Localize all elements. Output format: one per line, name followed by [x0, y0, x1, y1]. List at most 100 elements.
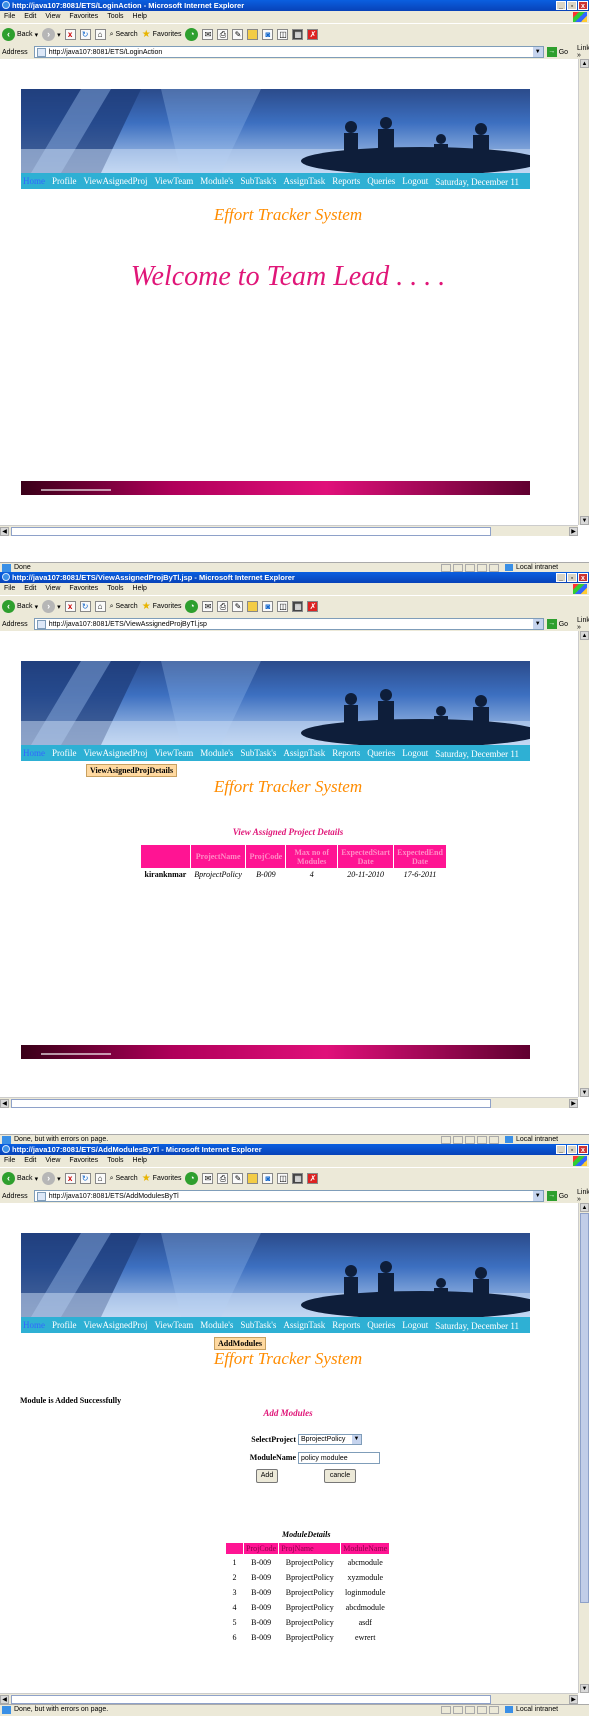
menu-file[interactable]: File: [4, 1155, 15, 1167]
nav-modules[interactable]: Module's: [200, 748, 233, 758]
submenu-viewasignedprojdetails[interactable]: ViewAsignedProjDetails: [86, 764, 178, 777]
nav-viewteam[interactable]: ViewTeam: [154, 176, 193, 186]
minimize-button[interactable]: _: [556, 573, 566, 582]
refresh-icon[interactable]: ↻: [79, 601, 91, 612]
menu-view[interactable]: View: [45, 11, 60, 23]
menu-favorites[interactable]: Favorites: [69, 583, 98, 595]
vertical-scrollbar[interactable]: ▲ ▼: [578, 1203, 589, 1693]
menu-favorites[interactable]: Favorites: [69, 1155, 98, 1167]
search-button[interactable]: ⌕ Search: [110, 603, 138, 611]
folder-icon[interactable]: [247, 1173, 259, 1184]
scroll-up-icon[interactable]: ▲: [580, 59, 589, 68]
close-button[interactable]: x: [578, 573, 588, 582]
scroll-down-icon[interactable]: ▼: [580, 516, 589, 525]
nav-viewteam[interactable]: ViewTeam: [154, 1320, 193, 1330]
home-icon[interactable]: ⌂: [94, 1173, 106, 1184]
vertical-scrollbar[interactable]: ▲ ▼: [578, 631, 589, 1097]
chevron-down-icon[interactable]: ▼: [532, 1191, 543, 1201]
address-input[interactable]: http://java107:8081/ETS/LoginAction ▼: [33, 46, 544, 58]
nav-modules[interactable]: Module's: [200, 176, 233, 186]
maximize-button[interactable]: ▫: [567, 1, 577, 10]
nav-viewasignedproj[interactable]: ViewAsignedProj: [84, 176, 148, 186]
horizontal-scrollbar[interactable]: ◀ ▶: [0, 525, 578, 536]
go-button[interactable]: → Go: [546, 47, 568, 57]
menu-file[interactable]: File: [4, 583, 15, 595]
links-button[interactable]: Links »: [577, 617, 589, 631]
nav-profile[interactable]: Profile: [52, 176, 77, 186]
back-button[interactable]: ‹ Back ▾: [2, 28, 38, 41]
maximize-button[interactable]: ▫: [567, 573, 577, 582]
tool-icon[interactable]: ✗: [307, 601, 319, 612]
nav-viewteam[interactable]: ViewTeam: [154, 748, 193, 758]
forward-button[interactable]: › ▾: [42, 28, 61, 41]
search-button[interactable]: ⌕ Search: [110, 1175, 138, 1183]
submenu-addmodules[interactable]: AddModules: [214, 1337, 267, 1350]
edit-icon[interactable]: ✎: [232, 601, 244, 612]
nav-reports[interactable]: Reports: [332, 176, 360, 186]
folder-icon[interactable]: [247, 601, 259, 612]
edit-icon[interactable]: ✎: [232, 29, 244, 40]
stop-icon[interactable]: x: [64, 1173, 76, 1184]
back-button[interactable]: ‹ Back ▾: [2, 600, 38, 613]
vertical-scrollbar[interactable]: ▲ ▼: [578, 59, 589, 525]
history-icon[interactable]: ◔: [185, 1172, 199, 1185]
chevron-down-icon[interactable]: ▼: [532, 619, 543, 629]
address-input[interactable]: http://java107:8081/ETS/AddModulesByTl ▼: [33, 1190, 544, 1202]
scroll-right-icon[interactable]: ▶: [569, 1099, 578, 1108]
address-input[interactable]: http://java107:8081/ETS/ViewAssignedProj…: [33, 618, 544, 630]
nav-home[interactable]: Home: [23, 748, 45, 758]
close-button[interactable]: x: [578, 1, 588, 10]
favorites-button[interactable]: ★ Favorites: [142, 29, 182, 40]
research-icon[interactable]: ◫: [277, 1173, 289, 1184]
messenger-icon[interactable]: ◙: [262, 29, 274, 40]
scroll-left-icon[interactable]: ◀: [0, 1695, 9, 1704]
history-icon[interactable]: ◔: [185, 600, 199, 613]
menu-file[interactable]: File: [4, 11, 15, 23]
nav-queries[interactable]: Queries: [367, 1320, 395, 1330]
cancel-button[interactable]: cancle: [324, 1469, 356, 1483]
menu-favorites[interactable]: Favorites: [69, 11, 98, 23]
refresh-icon[interactable]: ↻: [79, 29, 91, 40]
menu-help[interactable]: Help: [133, 583, 147, 595]
messenger-icon[interactable]: ◙: [262, 601, 274, 612]
menu-help[interactable]: Help: [133, 1155, 147, 1167]
back-button[interactable]: ‹ Back ▾: [2, 1172, 38, 1185]
nav-home[interactable]: Home: [23, 176, 45, 186]
research-icon[interactable]: ◫: [277, 29, 289, 40]
mail-icon[interactable]: ✉: [202, 29, 214, 40]
nav-profile[interactable]: Profile: [52, 1320, 77, 1330]
folder-icon[interactable]: [247, 29, 259, 40]
scroll-up-icon[interactable]: ▲: [580, 631, 589, 640]
nav-assigntask[interactable]: AssignTask: [283, 1320, 325, 1330]
scroll-down-icon[interactable]: ▼: [580, 1684, 589, 1693]
favorites-button[interactable]: ★ Favorites: [142, 1173, 182, 1184]
links-button[interactable]: Links »: [577, 1189, 589, 1203]
nav-logout[interactable]: Logout: [402, 748, 428, 758]
print-icon[interactable]: ⎙: [217, 1173, 229, 1184]
scroll-up-icon[interactable]: ▲: [580, 1203, 589, 1212]
nav-home[interactable]: Home: [23, 1320, 45, 1330]
scroll-right-icon[interactable]: ▶: [569, 1695, 578, 1704]
project-select[interactable]: BprojectPolicy ▼: [298, 1434, 362, 1445]
nav-queries[interactable]: Queries: [367, 748, 395, 758]
nav-reports[interactable]: Reports: [332, 1320, 360, 1330]
messenger-icon[interactable]: ◙: [262, 1173, 274, 1184]
scroll-thumb[interactable]: [11, 1099, 491, 1108]
search-button[interactable]: ⌕ Search: [110, 31, 138, 39]
forward-button[interactable]: › ▾: [42, 1172, 61, 1185]
minimize-button[interactable]: _: [556, 1, 566, 10]
stop-icon[interactable]: x: [64, 29, 76, 40]
scroll-thumb[interactable]: [580, 1213, 589, 1603]
nav-profile[interactable]: Profile: [52, 748, 77, 758]
media-icon[interactable]: ▦: [292, 1173, 304, 1184]
horizontal-scrollbar[interactable]: ◀ ▶: [0, 1693, 578, 1704]
minimize-button[interactable]: _: [556, 1145, 566, 1154]
scroll-right-icon[interactable]: ▶: [569, 527, 578, 536]
nav-subtasks[interactable]: SubTask's: [240, 1320, 276, 1330]
media-icon[interactable]: ▦: [292, 29, 304, 40]
maximize-button[interactable]: ▫: [567, 1145, 577, 1154]
nav-modules[interactable]: Module's: [200, 1320, 233, 1330]
print-icon[interactable]: ⎙: [217, 29, 229, 40]
menu-edit[interactable]: Edit: [24, 11, 36, 23]
menu-tools[interactable]: Tools: [107, 1155, 123, 1167]
